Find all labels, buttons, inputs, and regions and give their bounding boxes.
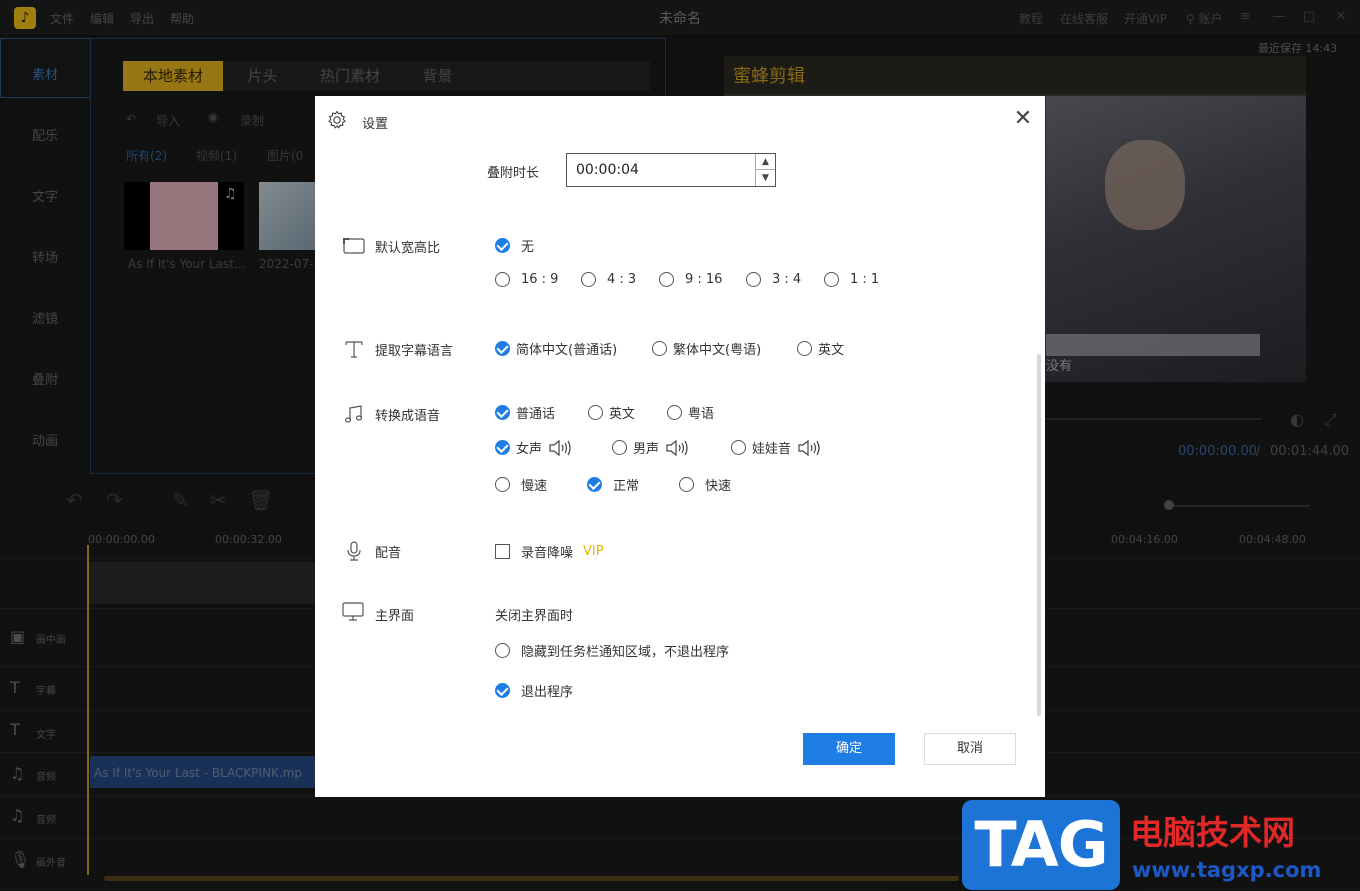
radio[interactable] <box>824 272 839 287</box>
checkbox[interactable] <box>495 544 510 559</box>
radio[interactable] <box>652 341 667 356</box>
aspect-ratio-icon <box>343 238 365 254</box>
radio[interactable] <box>581 272 596 287</box>
tts-voice-child[interactable]: 娃娃音 <box>731 438 823 457</box>
radio-checked[interactable] <box>495 440 510 455</box>
tts-label: 转换成语音 <box>375 409 441 424</box>
option-label: 英文 <box>818 343 845 358</box>
close-icon[interactable]: ✕ <box>1011 108 1035 132</box>
overlay-duration-input[interactable] <box>567 154 755 186</box>
vip-badge: VIP <box>583 544 604 559</box>
option-label: 9 : 16 <box>685 272 723 287</box>
tts-speed-normal[interactable]: 正常 <box>587 475 639 494</box>
radio[interactable] <box>731 440 746 455</box>
option-label: 娃娃音 <box>752 442 792 457</box>
radio-checked[interactable] <box>587 477 602 492</box>
tts-speed-fast[interactable]: 快速 <box>679 475 731 494</box>
watermark-url: www.tagxp.com <box>1132 858 1322 882</box>
option-label: 录音降噪 <box>521 546 574 561</box>
radio-checked[interactable] <box>495 341 510 356</box>
option-label: 慢速 <box>521 479 548 494</box>
option-label: 4 : 3 <box>607 272 637 287</box>
aspect-3-4-option[interactable]: 3 : 4 <box>746 272 801 287</box>
tts-speed-slow[interactable]: 慢速 <box>495 475 547 494</box>
option-label: 退出程序 <box>521 685 574 700</box>
radio[interactable] <box>588 405 603 420</box>
option-label: 无 <box>521 240 535 255</box>
option-label: 3 : 4 <box>772 272 802 287</box>
exit-program-option[interactable]: 退出程序 <box>495 681 573 700</box>
radio[interactable] <box>746 272 761 287</box>
radio[interactable] <box>659 272 674 287</box>
aspect-16-9-option[interactable]: 16 : 9 <box>495 272 558 287</box>
option-label: 女声 <box>516 442 543 457</box>
subtitle-language-label: 提取字幕语言 <box>375 344 454 359</box>
option-label: 繁体中文(粤语) <box>673 343 762 358</box>
radio[interactable] <box>667 405 682 420</box>
minimize-to-tray-option[interactable]: 隐藏到任务栏通知区域，不退出程序 <box>495 641 729 660</box>
option-label: 1 : 1 <box>850 272 880 287</box>
option-label: 简体中文(普通话) <box>516 343 618 358</box>
ok-button[interactable]: 确定 <box>803 733 895 765</box>
aspect-9-16-option[interactable]: 9 : 16 <box>659 272 722 287</box>
radio[interactable] <box>612 440 627 455</box>
dubbing-label: 配音 <box>375 546 402 561</box>
main-ui-label: 主界面 <box>375 609 415 624</box>
subtitle-lang-english[interactable]: 英文 <box>797 339 844 358</box>
radio[interactable] <box>495 643 510 658</box>
settings-dialog: 设置 ✕ 叠附时长 ▲ ▼ 默认宽高比 无 16 : 9 4 : 3 9 : 1… <box>315 96 1045 797</box>
subtitle-lang-mandarin[interactable]: 简体中文(普通话) <box>495 339 617 358</box>
music-note-icon <box>344 405 363 423</box>
option-label: 16 : 9 <box>521 272 559 287</box>
tts-lang-mandarin[interactable]: 普通话 <box>495 403 555 422</box>
radio[interactable] <box>495 272 510 287</box>
monitor-icon <box>342 602 364 621</box>
option-label: 正常 <box>613 479 640 494</box>
radio-checked[interactable] <box>495 405 510 420</box>
radio[interactable] <box>495 477 510 492</box>
overlay-duration-label: 叠附时长 <box>487 166 540 181</box>
option-label: 英文 <box>609 407 636 422</box>
radio[interactable] <box>679 477 694 492</box>
radio[interactable] <box>797 341 812 356</box>
subtitle-lang-cantonese[interactable]: 繁体中文(粤语) <box>652 339 761 358</box>
option-label: 隐藏到任务栏通知区域，不退出程序 <box>521 645 730 660</box>
aspect-ratio-label: 默认宽高比 <box>375 241 441 256</box>
radio-checked[interactable] <box>495 238 510 253</box>
speaker-preview-icon[interactable] <box>548 439 574 457</box>
option-label: 普通话 <box>516 407 556 422</box>
tts-lang-cantonese[interactable]: 粤语 <box>667 403 714 422</box>
microphone-icon <box>347 541 361 561</box>
spin-up-icon[interactable]: ▲ <box>755 154 775 170</box>
gear-icon <box>328 110 346 129</box>
tts-voice-female[interactable]: 女声 <box>495 438 574 457</box>
main-ui-caption: 关闭主界面时 <box>495 609 574 624</box>
watermark-site-name: 电脑技术网 <box>1130 813 1295 852</box>
option-label: 快速 <box>705 479 732 494</box>
text-t-icon <box>345 341 363 358</box>
aspect-none-option[interactable]: 无 <box>495 236 534 255</box>
noise-reduction-option[interactable]: 录音降噪 VIP <box>495 542 604 561</box>
tts-voice-male[interactable]: 男声 <box>612 438 691 457</box>
watermark-tag-logo: TAG <box>962 800 1120 890</box>
tts-lang-english[interactable]: 英文 <box>588 403 635 422</box>
spin-down-icon[interactable]: ▼ <box>755 170 775 186</box>
overlay-duration-spinbox: ▲ ▼ <box>566 153 776 187</box>
radio-checked[interactable] <box>495 683 510 698</box>
cancel-button[interactable]: 取消 <box>924 733 1016 765</box>
option-label: 男声 <box>633 442 660 457</box>
option-label: 粤语 <box>688 407 715 422</box>
aspect-1-1-option[interactable]: 1 : 1 <box>824 272 879 287</box>
aspect-4-3-option[interactable]: 4 : 3 <box>581 272 636 287</box>
dialog-title: 设置 <box>362 117 389 132</box>
speaker-preview-icon[interactable] <box>797 439 823 457</box>
dialog-scrollbar[interactable] <box>1037 354 1041 716</box>
speaker-preview-icon[interactable] <box>665 439 691 457</box>
